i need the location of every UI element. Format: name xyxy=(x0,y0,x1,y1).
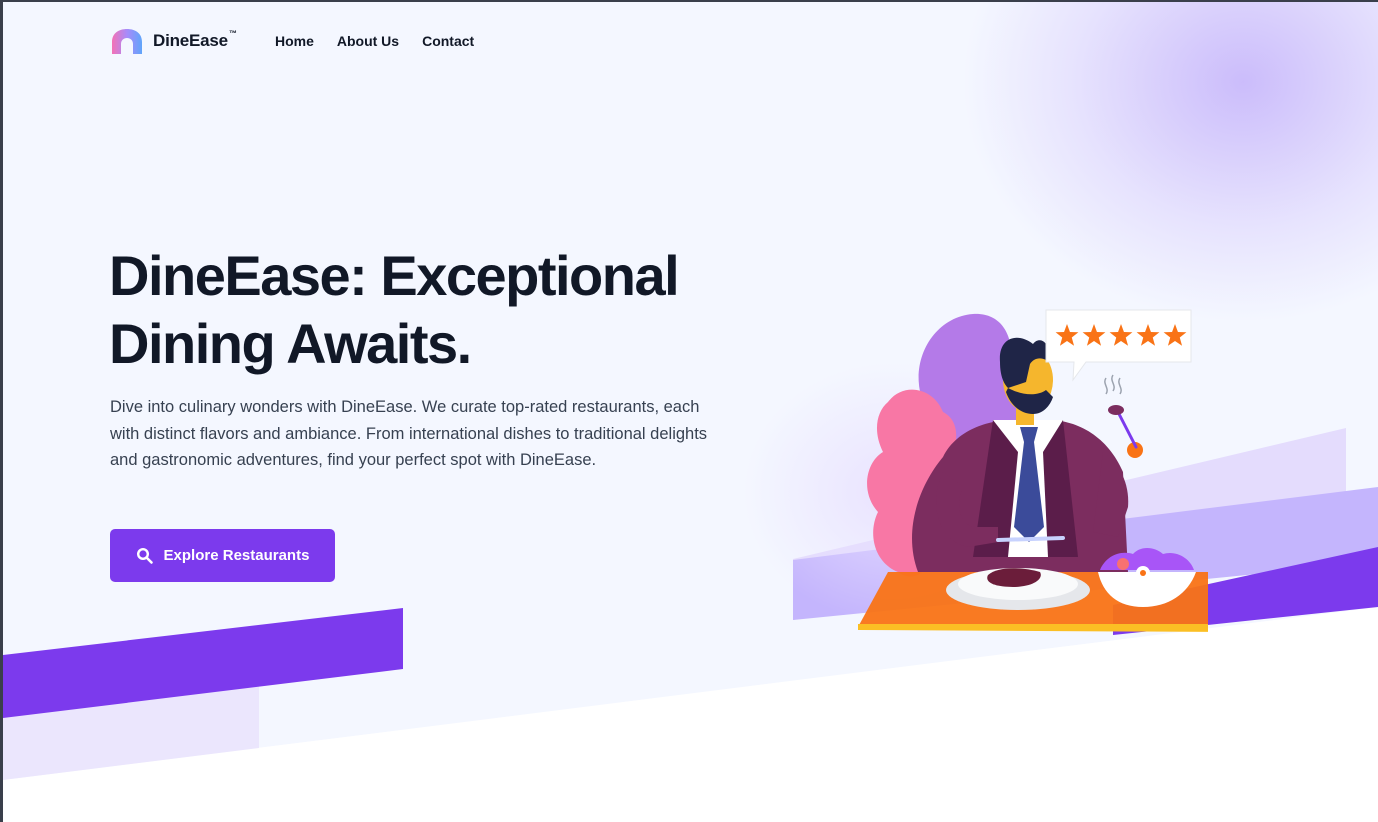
hero-title-line-2: Dining Awaits. xyxy=(109,312,472,375)
brand-logo[interactable]: DineEase ™ xyxy=(110,28,237,54)
decor-tomato xyxy=(1117,558,1129,570)
decor-table-edge xyxy=(858,624,1208,632)
logo-icon xyxy=(112,29,142,54)
nav-link-contact[interactable]: Contact xyxy=(422,33,474,49)
page: DineEase ™ Home About Us Contact DineEas… xyxy=(3,2,1378,822)
nav-link-about-us[interactable]: About Us xyxy=(337,33,399,49)
man-dining-illustration xyxy=(858,309,1208,632)
decor-steam xyxy=(1104,374,1122,395)
decor-egg-yolk xyxy=(1140,570,1146,576)
hero-title: DineEase: Exceptional Dining Awaits. xyxy=(109,242,759,378)
hero-title-line-1: DineEase: Exceptional xyxy=(109,244,680,307)
search-icon xyxy=(136,547,153,564)
explore-restaurants-button[interactable]: Explore Restaurants xyxy=(110,529,335,582)
hero-description: Dive into culinary wonders with DineEase… xyxy=(110,398,708,470)
trademark-symbol: ™ xyxy=(228,28,237,38)
top-navigation: DineEase ™ Home About Us Contact xyxy=(110,26,497,56)
rating-bubble xyxy=(1045,309,1192,382)
decor-fork-food xyxy=(1108,405,1124,415)
nav-link-home[interactable]: Home xyxy=(275,33,314,49)
decor-fork xyxy=(1116,410,1138,449)
decor-knife xyxy=(996,536,1065,542)
explore-restaurants-label: Explore Restaurants xyxy=(163,547,310,564)
brand-name: DineEase xyxy=(153,31,228,50)
